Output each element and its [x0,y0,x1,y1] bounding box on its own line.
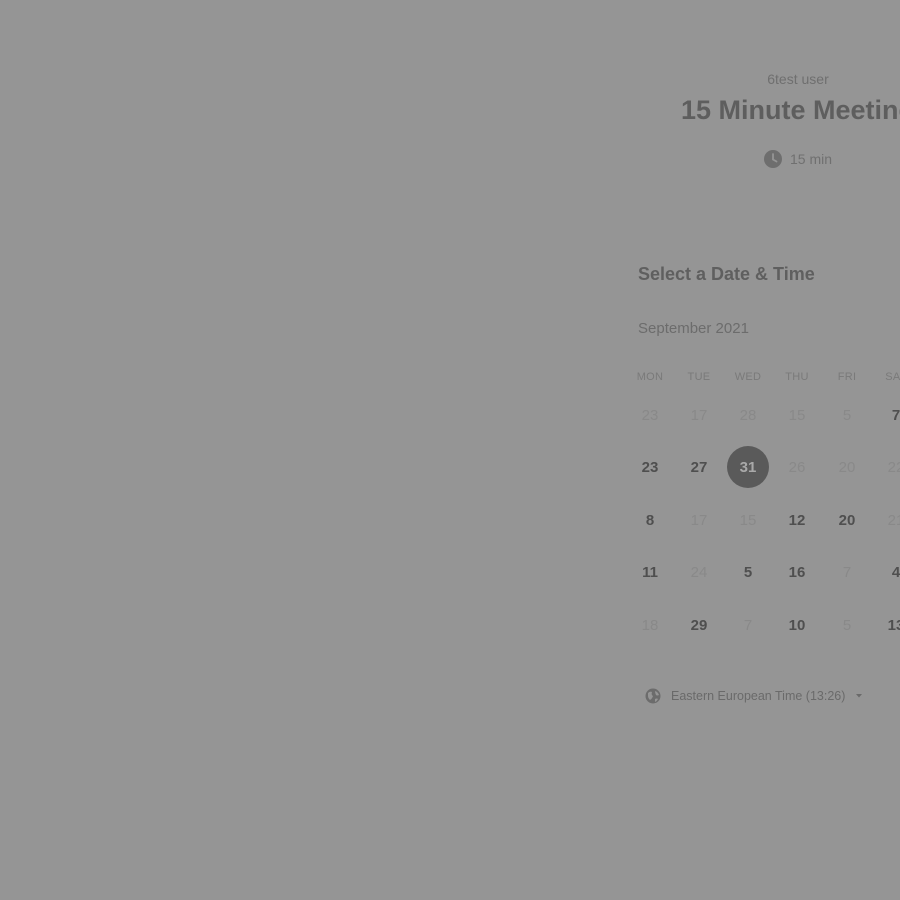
timezone-label: Eastern European Time (13:26) [671,689,846,703]
calendar-day: 22 [887,458,900,476]
weekday-fri: FRI [837,371,857,383]
calendar-day[interactable]: 23 [629,446,671,488]
calendar-day: 23 [641,406,659,424]
calendar-day: 17 [690,511,708,529]
section-title: Select a Date & Time [638,264,815,284]
globe-icon [645,688,661,704]
calendar-day[interactable]: 27 [678,446,720,488]
weekday-wed: WED [734,371,762,383]
calendar-day: 26 [788,458,806,476]
calendar-day: 5 [842,406,852,424]
calendar-day[interactable]: 13 [875,604,900,646]
calendar-day[interactable]: 5 [727,551,769,593]
weekday-sat: SAT [885,371,900,383]
calendar-day[interactable]: 10 [776,604,818,646]
calendar-day: 24 [690,563,708,581]
calendar-day: 17 [690,406,708,424]
calendar-day: 15 [739,511,757,529]
calendar-day[interactable]: 11 [629,551,671,593]
timezone-selector[interactable]: Eastern European Time (13:26) [645,688,863,704]
calendar-day: 7 [743,616,753,634]
calendar-day[interactable]: 29 [678,604,720,646]
event-duration: 15 min [600,150,900,168]
clock-icon [763,150,782,168]
calendar-day[interactable]: 4 [875,551,900,593]
booking-page: 6test user 15 Minute Meeting 15 min Sele… [0,0,900,900]
calendar-day: 18 [641,616,659,634]
calendar-day: 21 [887,511,900,529]
calendar-day: 7 [842,563,852,581]
calendar-day-selected[interactable]: 31 [727,446,769,488]
event-title: 15 Minute Meeting [680,95,900,125]
month-label: September 2021 [638,320,749,337]
caret-down-icon [855,693,863,699]
calendar-day: 5 [842,616,852,634]
calendar-day[interactable]: 16 [776,551,818,593]
owner-name: 6test user [767,71,829,87]
weekday-thu: THU [785,371,809,383]
calendar-day: 15 [788,406,806,424]
calendar-day[interactable]: 12 [776,499,818,541]
calendar-day[interactable]: 20 [826,499,868,541]
duration-label: 15 min [789,151,833,167]
weekday-tue: TUE [687,371,711,383]
calendar-day: 28 [739,406,757,424]
weekday-mon: MON [636,371,664,383]
calendar-day[interactable]: 8 [629,499,671,541]
calendar-day[interactable]: 7 [875,394,900,436]
calendar-day: 20 [838,458,856,476]
